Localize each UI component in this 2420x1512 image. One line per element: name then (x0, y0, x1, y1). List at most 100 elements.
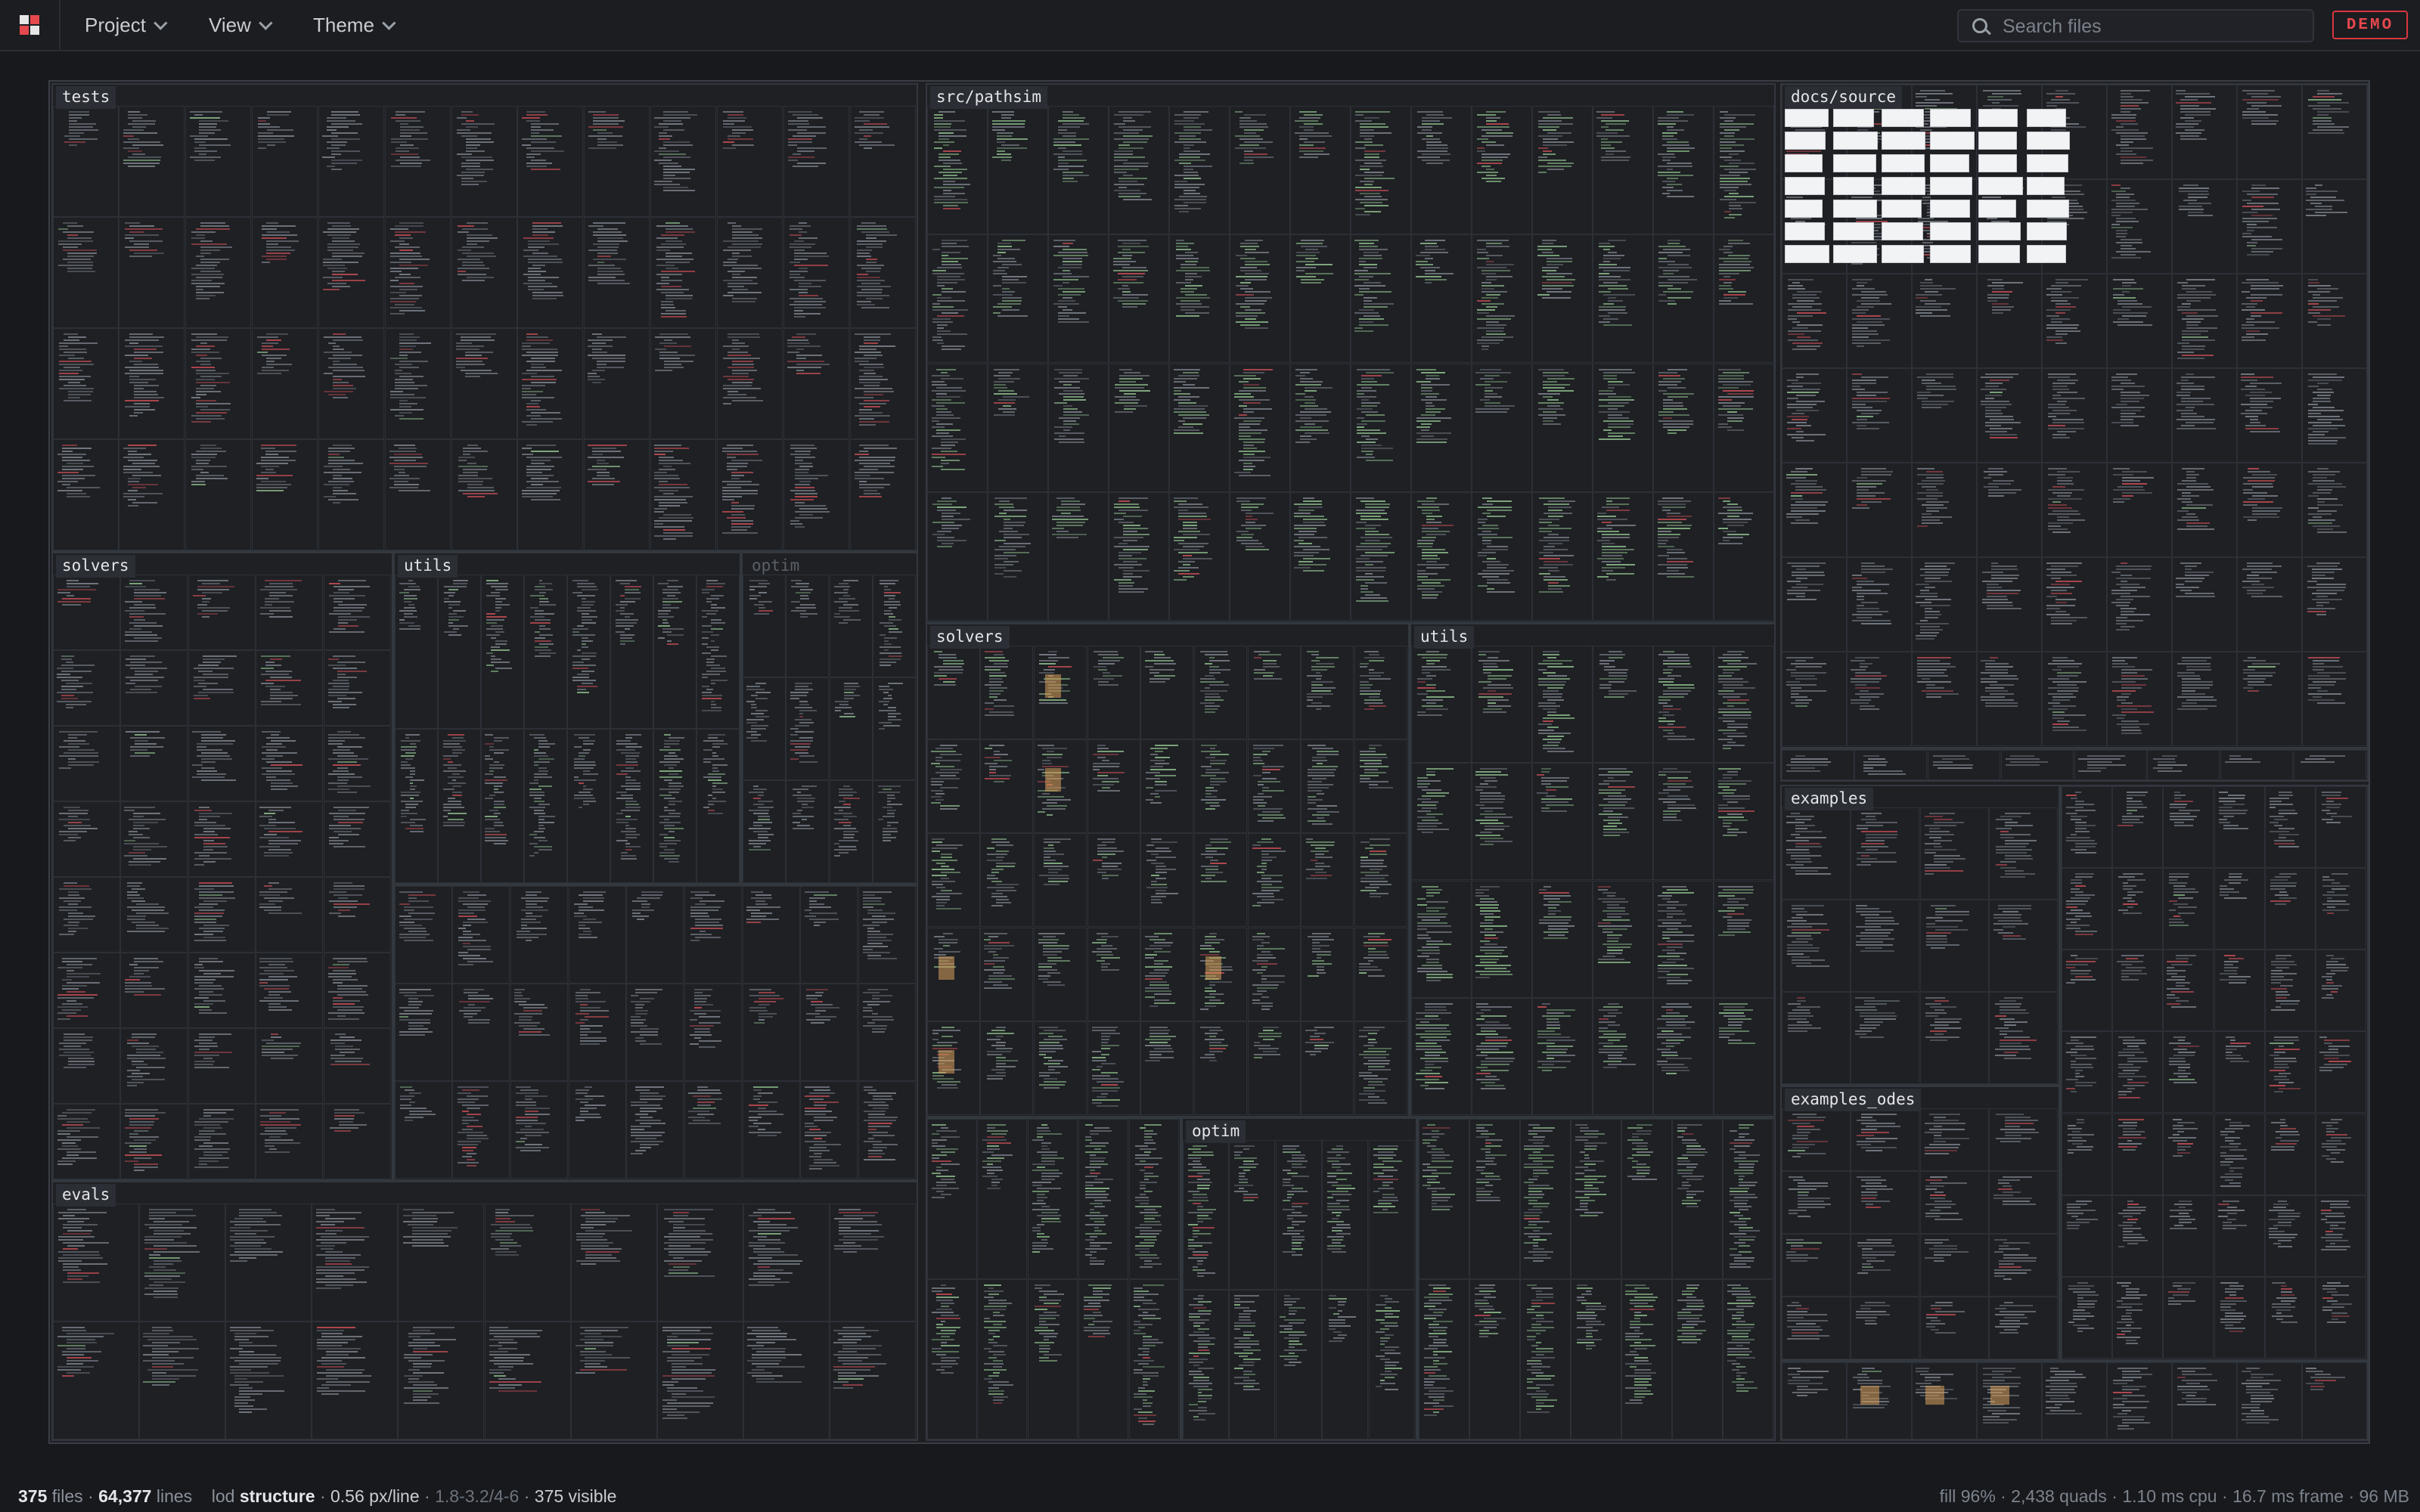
file-cell[interactable] (2062, 1031, 2112, 1113)
diagram-thumbnail[interactable] (1930, 154, 1969, 172)
file-cell[interactable] (2001, 750, 2074, 780)
file-cell[interactable] (850, 328, 916, 439)
file-cell[interactable] (567, 575, 610, 729)
file-cell[interactable] (2316, 1195, 2366, 1277)
file-cell[interactable] (225, 1204, 312, 1321)
file-cell[interactable] (395, 984, 452, 1081)
file-cell[interactable] (1290, 234, 1351, 363)
file-cell[interactable] (256, 801, 323, 877)
file-cell[interactable] (395, 729, 438, 883)
file-cell[interactable] (120, 575, 188, 650)
file-cell[interactable] (452, 984, 510, 1081)
file-cell[interactable] (1183, 1140, 1229, 1290)
diagram-thumbnail[interactable] (1833, 200, 1877, 218)
region-tests-misc[interactable] (393, 885, 918, 1181)
file-cell[interactable] (256, 877, 323, 953)
file-cell[interactable] (2265, 1195, 2316, 1277)
file-cell[interactable] (1653, 106, 1714, 234)
file-cell[interactable] (53, 801, 120, 877)
file-cell[interactable] (567, 729, 610, 883)
file-cell[interactable] (2172, 463, 2237, 557)
file-cell[interactable] (786, 780, 829, 883)
file-cell[interactable] (1411, 763, 1472, 880)
file-cell[interactable] (2172, 652, 2237, 746)
file-cell[interactable] (717, 217, 783, 328)
file-cell[interactable] (188, 1028, 256, 1104)
file-cell[interactable] (1140, 739, 1193, 833)
file-cell[interactable] (684, 886, 742, 984)
file-cell[interactable] (1351, 106, 1411, 234)
file-cell[interactable] (252, 217, 318, 328)
file-cell[interactable] (2237, 652, 2302, 746)
file-cell[interactable] (2214, 1277, 2265, 1359)
file-cell[interactable] (927, 739, 980, 833)
file-cell[interactable] (398, 1204, 484, 1321)
file-cell[interactable] (1354, 928, 1407, 1021)
diagram-thumbnail[interactable] (2027, 109, 2066, 127)
file-cell[interactable] (1847, 463, 1912, 557)
file-cell[interactable] (2172, 1362, 2237, 1439)
file-cell[interactable] (2147, 750, 2220, 780)
file-cell[interactable] (324, 726, 391, 801)
file-cell[interactable] (1854, 750, 1927, 780)
file-cell[interactable] (2316, 786, 2366, 868)
region-examples-right[interactable] (2060, 785, 2369, 1361)
file-cell[interactable] (318, 328, 384, 439)
dir-label-tests-solvers[interactable]: solvers (56, 555, 135, 578)
file-cell[interactable] (312, 1321, 398, 1439)
file-cell[interactable] (1920, 1297, 1989, 1359)
file-cell[interactable] (1782, 274, 1847, 368)
file-cell[interactable] (927, 106, 988, 234)
file-cell[interactable] (1419, 1119, 1469, 1279)
file-cell[interactable] (517, 217, 583, 328)
file-cell[interactable] (2112, 786, 2163, 868)
file-cell[interactable] (980, 928, 1033, 1021)
file-cell[interactable] (1194, 646, 1247, 739)
file-cell[interactable] (318, 217, 384, 328)
file-cell[interactable] (1714, 998, 1774, 1115)
file-cell[interactable] (324, 1104, 391, 1179)
file-cell[interactable] (438, 729, 481, 883)
file-cell[interactable] (188, 953, 256, 1028)
file-cell[interactable] (1411, 234, 1472, 363)
file-cell[interactable] (1723, 1119, 1773, 1279)
diagram-thumbnail[interactable] (1785, 245, 1829, 263)
file-cell[interactable] (988, 234, 1048, 363)
file-cell[interactable] (1851, 992, 1919, 1084)
file-cell[interactable] (1354, 739, 1407, 833)
file-cell[interactable] (610, 729, 653, 883)
file-cell[interactable] (1411, 106, 1472, 234)
dir-label-src-solvers[interactable]: solvers (930, 626, 1010, 649)
file-cell[interactable] (2163, 786, 2214, 868)
file-cell[interactable] (1847, 557, 1912, 652)
file-cell[interactable] (1419, 1279, 1469, 1439)
file-cell[interactable] (1989, 1108, 2058, 1171)
diagram-thumbnail[interactable] (1978, 154, 2017, 172)
file-cell[interactable] (53, 328, 119, 439)
file-cell[interactable] (1782, 900, 1851, 992)
file-cell[interactable] (53, 217, 119, 328)
file-cell[interactable] (1920, 992, 1989, 1084)
file-cell[interactable] (1912, 1362, 1977, 1439)
file-cell[interactable] (485, 1204, 571, 1321)
diagram-thumbnail[interactable] (1785, 154, 1823, 172)
file-cell[interactable] (1194, 739, 1247, 833)
diagram-thumbnail[interactable] (2027, 222, 2067, 240)
file-cell[interactable] (2265, 950, 2316, 1031)
file-cell[interactable] (524, 575, 567, 729)
file-cell[interactable] (53, 439, 119, 550)
file-cell[interactable] (2163, 1114, 2214, 1195)
file-cell[interactable] (858, 1081, 916, 1179)
file-cell[interactable] (584, 106, 650, 217)
file-cell[interactable] (1169, 492, 1230, 621)
file-cell[interactable] (2214, 868, 2265, 950)
file-cell[interactable] (1194, 928, 1247, 1021)
file-cell[interactable] (1847, 368, 1912, 463)
file-cell[interactable] (256, 1028, 323, 1104)
file-cell[interactable] (1653, 364, 1714, 492)
file-cell[interactable] (2302, 85, 2367, 179)
file-cell[interactable] (1354, 833, 1407, 927)
file-cell[interactable] (684, 1081, 742, 1179)
file-cell[interactable] (139, 1204, 225, 1321)
file-cell[interactable] (830, 780, 873, 883)
